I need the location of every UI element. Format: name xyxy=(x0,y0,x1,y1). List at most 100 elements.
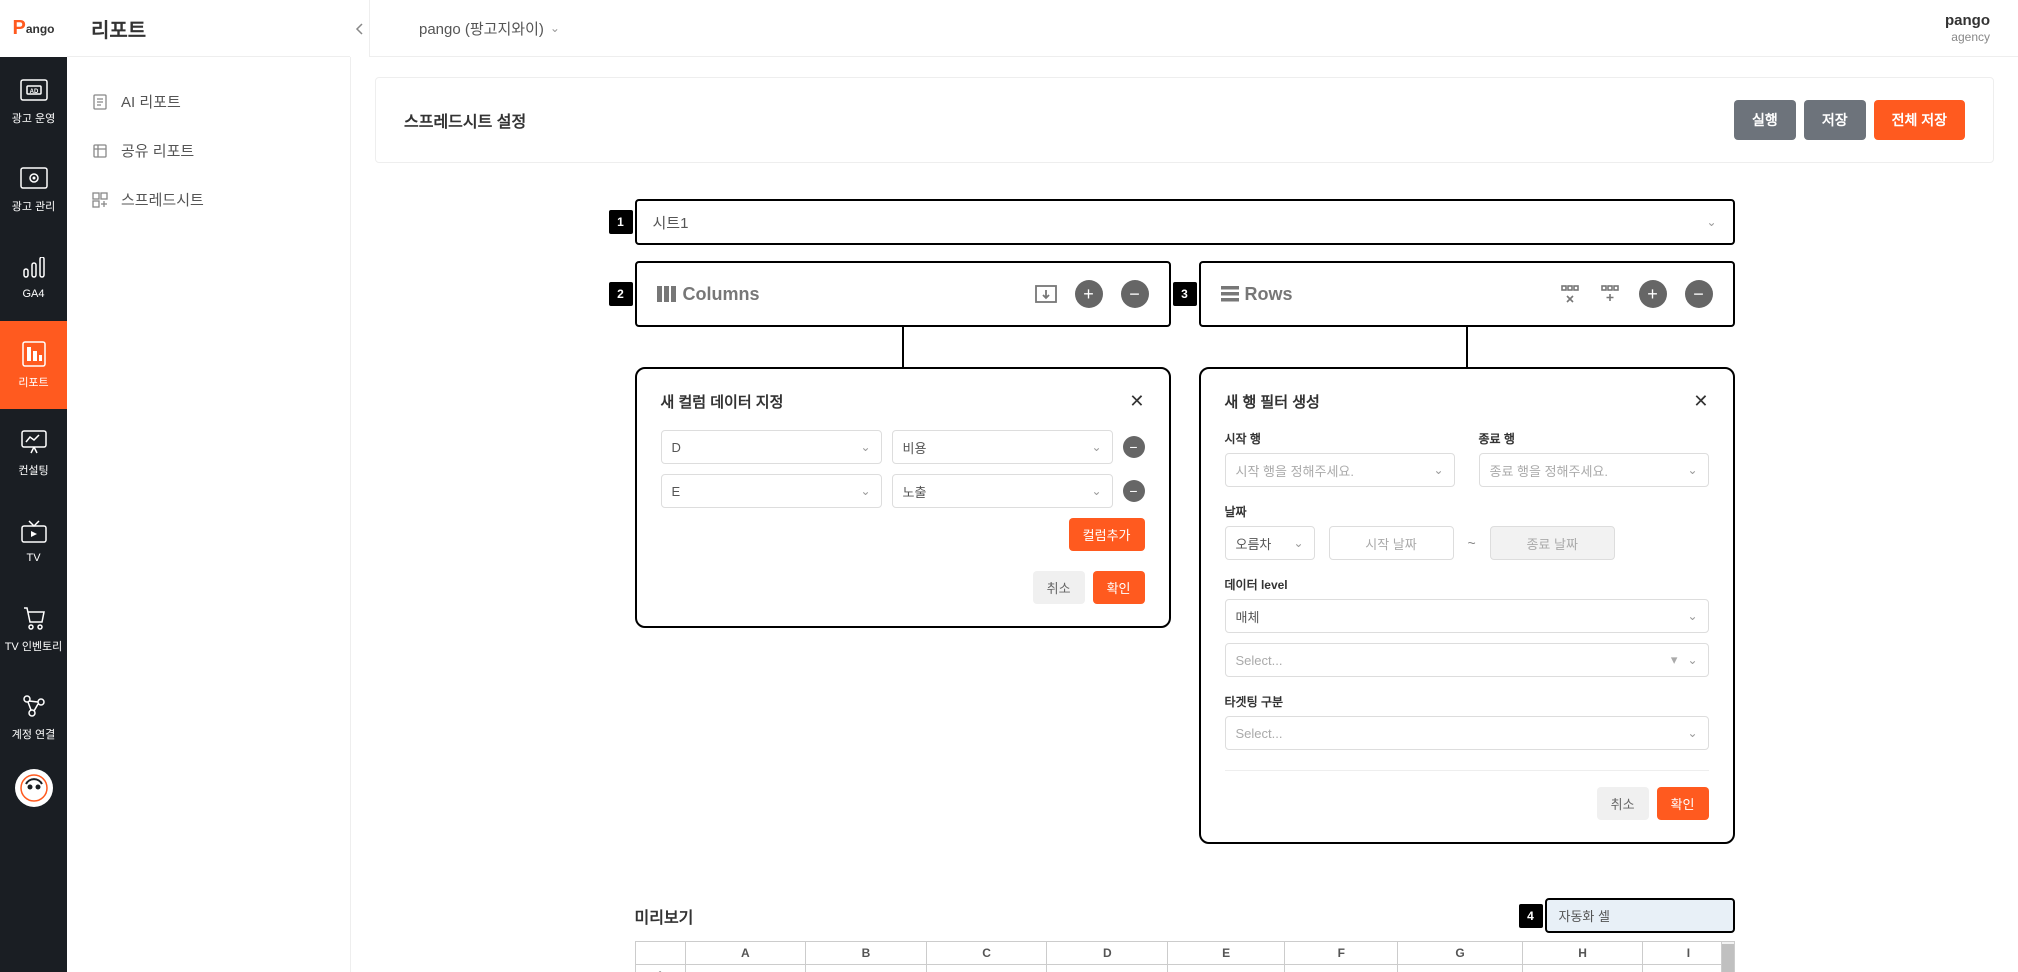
nav-ad-operation[interactable]: AD 광고 운영 xyxy=(0,57,67,145)
remove-row-panel-icon[interactable]: − xyxy=(1685,280,1713,308)
step-badge-3: 3 xyxy=(1173,282,1197,306)
nav-tv[interactable]: TV xyxy=(0,497,67,585)
remove-row-icon[interactable]: − xyxy=(1123,480,1145,502)
start-row-label: 시작 행 xyxy=(1225,430,1455,447)
data-level-label: 데이터 level xyxy=(1225,576,1709,593)
menu-ai-report[interactable]: AI 리포트 xyxy=(67,77,350,126)
tilde-separator: ~ xyxy=(1468,535,1476,551)
menu-shared-report[interactable]: 공유 리포트 xyxy=(67,126,350,175)
nav-report[interactable]: 리포트 xyxy=(0,321,67,409)
add-column-icon[interactable]: + xyxy=(1075,280,1103,308)
data-level-select[interactable]: 매체⌄ xyxy=(1225,599,1709,633)
run-button[interactable]: 실행 xyxy=(1734,100,1796,140)
menu-label: AI 리포트 xyxy=(121,91,181,112)
rows-icon xyxy=(1221,286,1239,302)
chevron-down-icon: ⌄ xyxy=(1091,484,1101,498)
top-bar: pango (팡고지와이) ⌄ pango agency xyxy=(351,0,2018,57)
delete-row-icon[interactable] xyxy=(1559,285,1581,303)
import-icon[interactable] xyxy=(1035,285,1057,303)
cell[interactable] xyxy=(685,965,806,972)
column-metric-select[interactable]: 비용⌄ xyxy=(892,430,1113,464)
col-header[interactable]: C xyxy=(926,942,1047,965)
connector-line xyxy=(1466,327,1468,367)
cell[interactable] xyxy=(1398,965,1522,972)
vertical-scrollbar[interactable] xyxy=(1721,941,1735,972)
workspace-selector[interactable]: pango (팡고지와이) ⌄ xyxy=(419,18,560,39)
insert-row-icon[interactable] xyxy=(1599,285,1621,303)
nav-label: 계정 연결 xyxy=(12,726,56,742)
chevron-down-icon: ⌄ xyxy=(1091,440,1101,454)
nav-label: TV 인벤토리 xyxy=(5,638,63,654)
cell[interactable] xyxy=(1522,965,1643,972)
user-badge[interactable]: pango agency xyxy=(1945,12,1990,44)
save-all-button[interactable]: 전체 저장 xyxy=(1874,100,1965,140)
col-header[interactable]: F xyxy=(1285,942,1398,965)
column-letter-select[interactable]: E⌄ xyxy=(661,474,882,508)
start-row-select[interactable]: 시작 행을 정해주세요.⌄ xyxy=(1225,453,1455,487)
menu-spreadsheet[interactable]: 스프레드시트 xyxy=(67,175,350,224)
cart-icon xyxy=(20,604,48,632)
add-row-icon[interactable]: + xyxy=(1639,280,1667,308)
add-column-row-button[interactable]: 컬럼추가 xyxy=(1069,518,1145,551)
remove-column-icon[interactable]: − xyxy=(1121,280,1149,308)
confirm-button[interactable]: 확인 xyxy=(1093,571,1145,604)
nav-ad-management[interactable]: 광고 관리 xyxy=(0,145,67,233)
row-header[interactable]: 1 xyxy=(635,965,685,972)
close-icon[interactable]: ✕ xyxy=(1693,391,1708,412)
close-icon[interactable]: ✕ xyxy=(1129,391,1144,412)
col-header[interactable]: A xyxy=(685,942,806,965)
targeting-label: 타겟팅 구분 xyxy=(1225,693,1709,710)
col-header[interactable]: B xyxy=(806,942,927,965)
gear-frame-icon xyxy=(20,164,48,192)
cell[interactable] xyxy=(1047,965,1168,972)
preview-title: 미리보기 xyxy=(635,904,694,928)
chevron-down-icon: ⌄ xyxy=(860,484,870,498)
col-header[interactable]: E xyxy=(1168,942,1285,965)
avatar[interactable] xyxy=(15,769,53,807)
brand-logo: Pango xyxy=(0,0,67,57)
chevron-down-icon: ⌄ xyxy=(1687,609,1697,623)
nav-consulting[interactable]: 컨설팅 xyxy=(0,409,67,497)
cancel-button[interactable]: 취소 xyxy=(1597,787,1649,820)
tv-icon xyxy=(20,518,48,546)
cell[interactable] xyxy=(926,965,1047,972)
column-metric-select[interactable]: 노출⌄ xyxy=(892,474,1113,508)
nav-ga4[interactable]: GA4 xyxy=(0,233,67,321)
col-header[interactable]: G xyxy=(1398,942,1522,965)
svg-text:AD: AD xyxy=(29,89,38,95)
menu-label: 공유 리포트 xyxy=(121,140,194,161)
auto-cell-indicator: 자동화 셀 xyxy=(1545,898,1735,933)
cancel-button[interactable]: 취소 xyxy=(1033,571,1085,604)
columns-icon xyxy=(657,286,677,302)
data-level-value-select[interactable]: Select...▾⌄ xyxy=(1225,643,1709,677)
targeting-select[interactable]: Select...⌄ xyxy=(1225,716,1709,750)
end-row-select[interactable]: 종료 행을 정해주세요.⌄ xyxy=(1479,453,1709,487)
corner-cell xyxy=(635,942,685,965)
collapse-sidebar-button[interactable] xyxy=(350,0,370,57)
remove-row-icon[interactable]: − xyxy=(1123,436,1145,458)
sheet-select-value: 시트1 xyxy=(653,212,689,233)
columns-panel: 2 Columns + − 새 컬럼 데이터 지정 xyxy=(635,261,1171,844)
chevron-down-icon: ⌄ xyxy=(1293,536,1303,550)
col-header[interactable]: H xyxy=(1522,942,1643,965)
nav-account-link[interactable]: 계정 연결 xyxy=(0,673,67,761)
column-letter-select[interactable]: D⌄ xyxy=(661,430,882,464)
grid-plus-icon xyxy=(91,191,109,209)
columns-popover-title: 새 컬럼 데이터 지정 xyxy=(661,391,784,412)
cell[interactable] xyxy=(1285,965,1398,972)
save-button[interactable]: 저장 xyxy=(1804,100,1866,140)
primary-sidebar: Pango AD 광고 운영 광고 관리 GA4 리포트 컨설팅 TV TV 인… xyxy=(0,0,67,972)
col-header[interactable]: D xyxy=(1047,942,1168,965)
share-icon xyxy=(91,142,109,160)
nav-label: 광고 관리 xyxy=(12,198,56,214)
confirm-button[interactable]: 확인 xyxy=(1657,787,1709,820)
sheet-select[interactable]: 시트1 ⌄ xyxy=(635,199,1735,245)
scrollbar-thumb[interactable] xyxy=(1722,944,1734,972)
sort-order-select[interactable]: 오름차⌄ xyxy=(1225,526,1315,560)
start-date-input[interactable]: 시작 날짜 xyxy=(1329,526,1454,560)
cell[interactable] xyxy=(1168,965,1285,972)
nav-tv-inventory[interactable]: TV 인벤토리 xyxy=(0,585,67,673)
presentation-icon xyxy=(20,428,48,456)
chevron-down-icon: ⌄ xyxy=(1706,215,1716,229)
cell[interactable] xyxy=(806,965,927,972)
